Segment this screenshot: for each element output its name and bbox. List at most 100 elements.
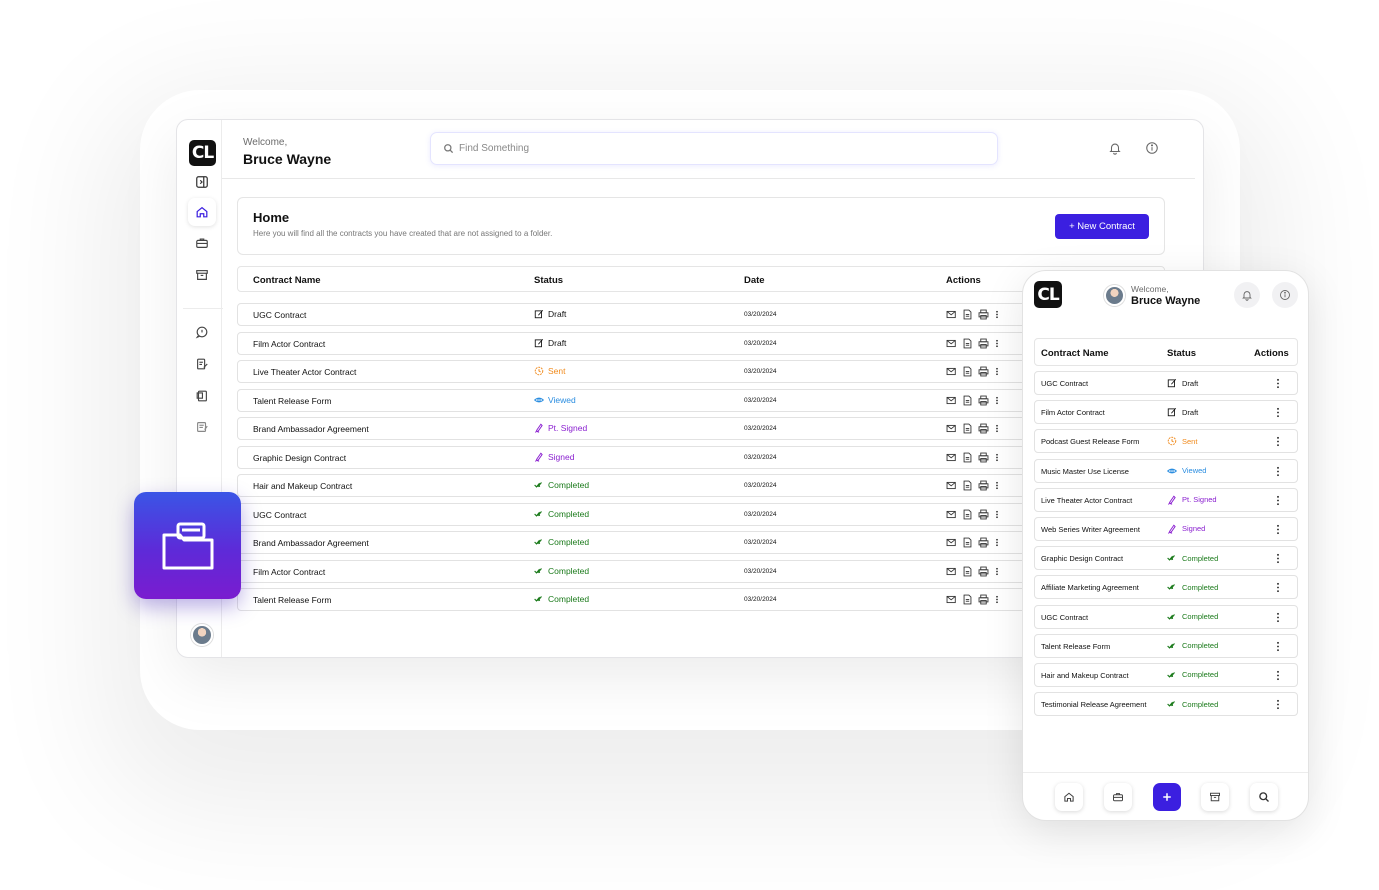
- send-email-icon[interactable]: [946, 452, 957, 463]
- more-options-icon[interactable]: [994, 395, 1000, 406]
- info-icon[interactable]: [1145, 141, 1159, 155]
- more-options-icon[interactable]: [994, 537, 1000, 548]
- document-icon[interactable]: [962, 452, 973, 463]
- user-avatar[interactable]: [191, 624, 213, 646]
- list-item[interactable]: Podcast Guest Release Form Sent: [1034, 429, 1298, 454]
- list-item[interactable]: Music Master Use License Viewed: [1034, 458, 1298, 483]
- send-email-icon[interactable]: [946, 509, 957, 520]
- mobile-tab-new-contract[interactable]: [1153, 783, 1181, 811]
- more-options-icon[interactable]: [1274, 699, 1282, 710]
- contract-name[interactable]: Graphic Design Contract: [253, 453, 346, 463]
- bell-icon[interactable]: [1108, 141, 1122, 155]
- print-icon[interactable]: [978, 338, 989, 349]
- send-email-icon[interactable]: [946, 366, 957, 377]
- document-icon[interactable]: [962, 366, 973, 377]
- document-icon[interactable]: [962, 594, 973, 605]
- contract-name[interactable]: Podcast Guest Release Form: [1041, 437, 1139, 446]
- send-email-icon[interactable]: [946, 309, 957, 320]
- mobile-tab-briefcase[interactable]: [1104, 783, 1132, 811]
- sidebar-toggle-button[interactable]: [188, 168, 216, 196]
- list-item[interactable]: Testimonial Release Agreement Completed: [1034, 692, 1298, 717]
- sidebar-item-templates[interactable]: [188, 382, 216, 410]
- print-icon[interactable]: [978, 480, 989, 491]
- contract-name[interactable]: UGC Contract: [1041, 379, 1088, 388]
- contract-name[interactable]: Graphic Design Contract: [1041, 554, 1123, 563]
- contract-name[interactable]: Hair and Makeup Contract: [1041, 671, 1129, 680]
- more-options-icon[interactable]: [994, 366, 1000, 377]
- list-item[interactable]: Web Series Writer Agreement Signed: [1034, 516, 1298, 541]
- mobile-bell-button[interactable]: [1234, 282, 1260, 308]
- app-logo[interactable]: CL: [189, 140, 216, 166]
- send-email-icon[interactable]: [946, 537, 957, 548]
- sidebar-item-archive[interactable]: [188, 261, 216, 289]
- list-item[interactable]: Live Theater Actor Contract Pt. Signed: [1034, 487, 1298, 512]
- mobile-column-header-contract-name[interactable]: Contract Name: [1041, 348, 1109, 359]
- send-email-icon[interactable]: [946, 338, 957, 349]
- send-email-icon[interactable]: [946, 566, 957, 577]
- contract-name[interactable]: Talent Release Form: [1041, 642, 1110, 651]
- document-icon[interactable]: [962, 509, 973, 520]
- contract-name[interactable]: Testimonial Release Agreement: [1041, 700, 1146, 709]
- mobile-tab-search[interactable]: [1250, 783, 1278, 811]
- contract-name[interactable]: Hair and Makeup Contract: [253, 481, 352, 491]
- print-icon[interactable]: [978, 366, 989, 377]
- column-header-date[interactable]: Date: [744, 275, 765, 286]
- contract-name[interactable]: Affiliate Marketing Agreement: [1041, 583, 1139, 592]
- list-item[interactable]: Affiliate Marketing Agreement Completed: [1034, 575, 1298, 600]
- more-options-icon[interactable]: [1274, 524, 1282, 535]
- contract-name[interactable]: Live Theater Actor Contract: [1041, 496, 1132, 505]
- more-options-icon[interactable]: [994, 452, 1000, 463]
- more-options-icon[interactable]: [1274, 436, 1282, 447]
- mobile-column-header-status[interactable]: Status: [1167, 348, 1196, 359]
- send-email-icon[interactable]: [946, 594, 957, 605]
- sidebar-item-notes[interactable]: [188, 413, 216, 441]
- contract-name[interactable]: Live Theater Actor Contract: [253, 367, 356, 377]
- more-options-icon[interactable]: [994, 480, 1000, 491]
- print-icon[interactable]: [978, 594, 989, 605]
- print-icon[interactable]: [978, 537, 989, 548]
- contract-name[interactable]: Film Actor Contract: [253, 567, 325, 577]
- sidebar-item-edit-document[interactable]: [188, 350, 216, 378]
- more-options-icon[interactable]: [1274, 670, 1282, 681]
- contract-name[interactable]: Brand Ambassador Agreement: [253, 538, 369, 548]
- document-icon[interactable]: [962, 309, 973, 320]
- contract-name[interactable]: Talent Release Form: [253, 396, 331, 406]
- contract-name[interactable]: Web Series Writer Agreement: [1041, 525, 1140, 534]
- list-item[interactable]: Hair and Makeup Contract Completed: [1034, 662, 1298, 687]
- more-options-icon[interactable]: [1274, 407, 1282, 418]
- column-header-contract-name[interactable]: Contract Name: [253, 275, 321, 286]
- new-contract-button[interactable]: + New Contract: [1055, 214, 1149, 239]
- more-options-icon[interactable]: [1274, 641, 1282, 652]
- document-icon[interactable]: [962, 480, 973, 491]
- more-options-icon[interactable]: [1274, 378, 1282, 389]
- send-email-icon[interactable]: [946, 423, 957, 434]
- mobile-tab-home[interactable]: [1055, 783, 1083, 811]
- contract-name[interactable]: Film Actor Contract: [1041, 408, 1105, 417]
- contract-name[interactable]: Brand Ambassador Agreement: [253, 424, 369, 434]
- search-bar[interactable]: [430, 132, 998, 165]
- more-options-icon[interactable]: [994, 309, 1000, 320]
- contract-name[interactable]: Talent Release Form: [253, 595, 331, 605]
- sidebar-item-briefcase[interactable]: [188, 229, 216, 257]
- document-icon[interactable]: [962, 338, 973, 349]
- print-icon[interactable]: [978, 309, 989, 320]
- more-options-icon[interactable]: [1274, 466, 1282, 477]
- sidebar-item-home[interactable]: [188, 198, 216, 226]
- more-options-icon[interactable]: [994, 423, 1000, 434]
- contract-name[interactable]: UGC Contract: [1041, 613, 1088, 622]
- mobile-app-logo[interactable]: CL: [1034, 281, 1062, 308]
- mobile-tab-archive[interactable]: [1201, 783, 1229, 811]
- more-options-icon[interactable]: [994, 566, 1000, 577]
- contract-name[interactable]: Film Actor Contract: [253, 339, 325, 349]
- more-options-icon[interactable]: [1274, 495, 1282, 506]
- print-icon[interactable]: [978, 423, 989, 434]
- print-icon[interactable]: [978, 566, 989, 577]
- document-icon[interactable]: [962, 537, 973, 548]
- contract-name[interactable]: UGC Contract: [253, 310, 306, 320]
- search-input[interactable]: [459, 143, 959, 154]
- more-options-icon[interactable]: [994, 509, 1000, 520]
- contract-name[interactable]: Music Master Use License: [1041, 467, 1129, 476]
- contract-name[interactable]: UGC Contract: [253, 510, 306, 520]
- document-icon[interactable]: [962, 423, 973, 434]
- print-icon[interactable]: [978, 509, 989, 520]
